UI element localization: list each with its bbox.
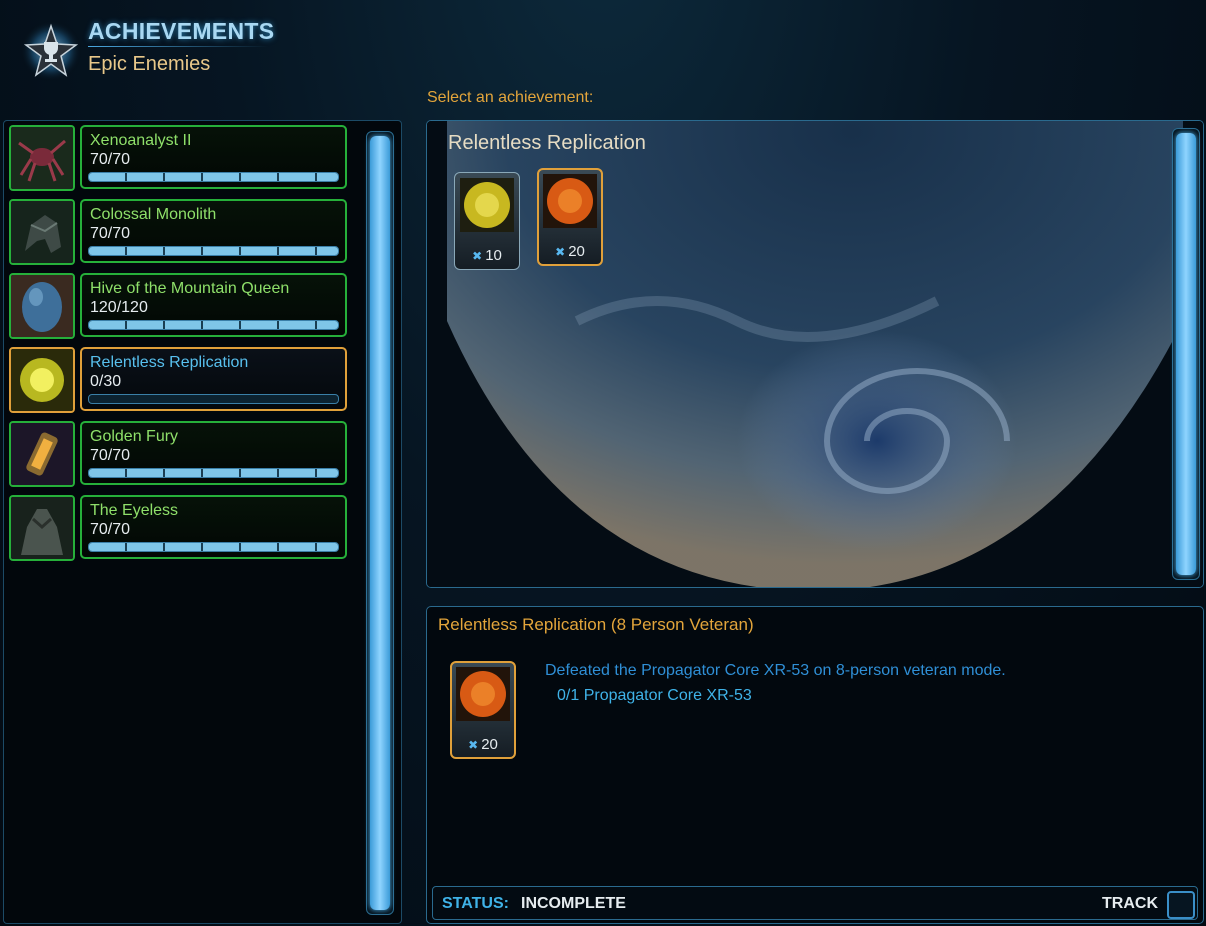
achievement-list-panel: Xenoanalyst II 70/70 Colossal Monolith 7… xyxy=(3,120,402,924)
canister-icon xyxy=(9,421,75,487)
achievement-card: Golden Fury 70/70 xyxy=(80,421,347,485)
achievement-count: 70/70 xyxy=(90,151,131,168)
core-icon xyxy=(9,347,75,413)
achievement-name: The Eyeless xyxy=(90,502,179,519)
points-star-icon: ✖ xyxy=(555,245,566,259)
reward-points: ✖ 20 xyxy=(555,243,585,260)
eyeless-icon xyxy=(9,495,75,561)
achievement-row-xenoanalyst-ii[interactable]: Xenoanalyst II 70/70 xyxy=(9,125,349,191)
achievement-name: Golden Fury xyxy=(90,428,179,445)
achievement-card: Colossal Monolith 70/70 xyxy=(80,199,347,263)
progress-fill xyxy=(89,247,338,255)
reward-points: ✖ 10 xyxy=(472,247,502,264)
title-divider xyxy=(88,46,268,47)
achievement-row-hive-of-the-mountain-queen[interactable]: Hive of the Mountain Queen 120/120 xyxy=(9,273,349,339)
preview-scrollbar[interactable] xyxy=(1172,128,1200,580)
achievement-count: 70/70 xyxy=(90,521,131,538)
page-title: ACHIEVEMENTS xyxy=(88,18,275,44)
achievement-row-colossal-monolith[interactable]: Colossal Monolith 70/70 xyxy=(9,199,349,265)
achievement-card: Hive of the Mountain Queen 120/120 xyxy=(80,273,347,337)
achievement-progress-bar xyxy=(88,468,339,478)
achievement-count: 0/30 xyxy=(90,373,122,390)
points-star-icon: ✖ xyxy=(472,249,483,263)
achievement-name: Colossal Monolith xyxy=(90,206,217,223)
achievement-progress-bar xyxy=(88,542,339,552)
achievement-name: Xenoanalyst II xyxy=(90,132,192,149)
reward-points: ✖ 20 xyxy=(468,736,498,753)
achievement-progress-bar xyxy=(88,394,339,404)
achievement-count: 120/120 xyxy=(90,299,148,316)
preview-scrollbar-thumb[interactable] xyxy=(1176,133,1196,575)
progress-fill xyxy=(89,321,338,329)
select-prompt: Select an achievement: xyxy=(427,89,594,106)
reward-tier-10[interactable]: ✖ 10 xyxy=(454,172,520,270)
progress-fill xyxy=(89,543,338,551)
achievement-detail-panel xyxy=(426,606,1204,924)
achievement-description: Defeated the Propagator Core XR-53 on 8-… xyxy=(545,662,1006,679)
achievements-trophy-icon xyxy=(20,20,82,82)
progress-fill xyxy=(89,173,338,181)
track-checkbox[interactable] xyxy=(1167,891,1195,919)
track-label: TRACK xyxy=(1102,895,1158,912)
orange-orb-icon xyxy=(543,174,597,228)
status-label: STATUS: xyxy=(442,895,509,912)
egg-icon xyxy=(9,273,75,339)
monolith-icon xyxy=(9,199,75,265)
achievement-row-the-eyeless[interactable]: The Eyeless 70/70 xyxy=(9,495,349,561)
detail-title: Relentless Replication (8 Person Veteran… xyxy=(438,615,754,634)
status-value: INCOMPLETE xyxy=(521,895,626,912)
preview-title: Relentless Replication xyxy=(448,132,646,154)
achievement-row-golden-fury[interactable]: Golden Fury 70/70 xyxy=(9,421,349,487)
yellow-orb-icon xyxy=(460,178,514,232)
achievement-card: Xenoanalyst II 70/70 xyxy=(80,125,347,189)
achievement-name: Relentless Replication xyxy=(90,354,249,371)
detail-reward: ✖ 20 xyxy=(450,661,516,759)
list-scrollbar-thumb[interactable] xyxy=(370,136,390,910)
achievement-count: 70/70 xyxy=(90,447,131,464)
points-star-icon: ✖ xyxy=(468,738,479,752)
category-subtitle: Epic Enemies xyxy=(88,53,211,75)
achievement-progress-bar xyxy=(88,246,339,256)
progress-fill xyxy=(89,469,338,477)
achievement-progress-bar xyxy=(88,320,339,330)
orange-orb-icon xyxy=(456,667,510,721)
achievement-card: Relentless Replication 0/30 xyxy=(80,347,347,411)
achievement-progress-bar xyxy=(88,172,339,182)
objective-progress: 0/1 Propagator Core XR-53 xyxy=(557,687,752,704)
list-scrollbar[interactable] xyxy=(366,131,394,915)
achievement-name: Hive of the Mountain Queen xyxy=(90,280,290,297)
reward-tier-20[interactable]: ✖ 20 xyxy=(537,168,603,266)
achievement-card: The Eyeless 70/70 xyxy=(80,495,347,559)
achievement-row-relentless-replication[interactable]: Relentless Replication 0/30 xyxy=(9,347,349,413)
creature-icon xyxy=(9,125,75,191)
achievement-count: 70/70 xyxy=(90,225,131,242)
